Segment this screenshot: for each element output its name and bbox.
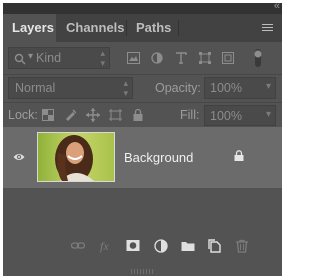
- chevron-down-icon: ▾: [28, 51, 34, 62]
- adjustment-layer-filter-icon[interactable]: [151, 52, 163, 64]
- tab-layers[interactable]: Layers: [3, 14, 56, 42]
- lock-row: Lock: Fill: 100% ▾: [3, 105, 282, 127]
- divider: [3, 102, 282, 103]
- chevron-down-icon: ▾: [265, 81, 271, 92]
- fx-icon[interactable]: fx: [99, 239, 113, 253]
- tab-channels-label: Channels: [66, 20, 125, 35]
- lock-image-pixels-icon[interactable]: [64, 109, 76, 121]
- eye-icon[interactable]: [13, 151, 25, 163]
- layer-row-background[interactable]: Background: [3, 127, 282, 188]
- blend-mode-select[interactable]: Normal ▴ ▾: [8, 77, 133, 99]
- layer-name: Background: [124, 150, 194, 165]
- opacity-field[interactable]: 100% ▾: [204, 77, 276, 99]
- delete-layer-icon[interactable]: [235, 239, 249, 253]
- tab-channels[interactable]: Channels: [57, 14, 134, 42]
- lock-icon: [234, 150, 244, 161]
- add-mask-icon[interactable]: [126, 239, 140, 253]
- layer-thumbnail: [37, 132, 115, 182]
- panel-footer: fx: [3, 235, 282, 276]
- adjustment-layer-icon[interactable]: [154, 239, 168, 253]
- blend-mode-value: Normal: [15, 81, 56, 95]
- blend-row: Normal ▴ ▾ Opacity: 100% ▾: [3, 77, 282, 101]
- smart-object-filter-icon[interactable]: [222, 52, 234, 64]
- resize-grip[interactable]: [131, 269, 153, 274]
- chevron-down-icon: ▾: [265, 109, 271, 120]
- pixel-layer-filter-icon[interactable]: [127, 52, 140, 64]
- tab-layers-label: Layers: [12, 20, 54, 35]
- lock-artboard-icon[interactable]: [109, 109, 122, 121]
- panel-title-strip: «: [3, 3, 282, 14]
- collapse-panel-icon[interactable]: «: [274, 3, 280, 12]
- lock-transparent-pixels-icon[interactable]: [42, 109, 54, 121]
- kind-filter-label: Kind: [36, 51, 62, 65]
- fill-field[interactable]: 100% ▾: [204, 105, 276, 126]
- new-group-icon[interactable]: [181, 239, 195, 253]
- link-layers-icon[interactable]: [71, 239, 85, 253]
- tab-divider: [178, 20, 179, 36]
- lock-all-icon[interactable]: [133, 108, 143, 121]
- filter-toggle-icon[interactable]: [253, 49, 263, 67]
- stepper-icon: ▴ ▾: [123, 78, 128, 98]
- panel-menu-icon[interactable]: [262, 24, 273, 32]
- fill-value: 100%: [210, 109, 242, 123]
- svg-text:fx: fx: [100, 239, 109, 253]
- opacity-label: Opacity:: [155, 81, 201, 95]
- opacity-value: 100%: [210, 81, 242, 95]
- shape-layer-filter-icon[interactable]: [199, 52, 211, 64]
- layers-panel: « Layers Channels Paths ▾ Kind ▴ ▾ Normal…: [3, 3, 282, 276]
- type-layer-filter-icon[interactable]: [175, 52, 187, 64]
- search-icon: [14, 53, 26, 65]
- tab-paths-label: Paths: [136, 20, 172, 35]
- tab-paths[interactable]: Paths: [127, 14, 180, 42]
- fill-label: Fill:: [180, 108, 200, 122]
- filter-row: ▾ Kind ▴ ▾: [3, 47, 282, 71]
- stepper-icon: ▴ ▾: [100, 48, 105, 68]
- lock-label: Lock:: [8, 108, 38, 122]
- new-layer-icon[interactable]: [208, 239, 222, 253]
- divider: [3, 74, 282, 75]
- lock-position-icon[interactable]: [86, 108, 100, 122]
- panel-tab-bar: Layers Channels Paths: [3, 14, 282, 42]
- kind-filter-select[interactable]: ▾ Kind ▴ ▾: [8, 47, 110, 69]
